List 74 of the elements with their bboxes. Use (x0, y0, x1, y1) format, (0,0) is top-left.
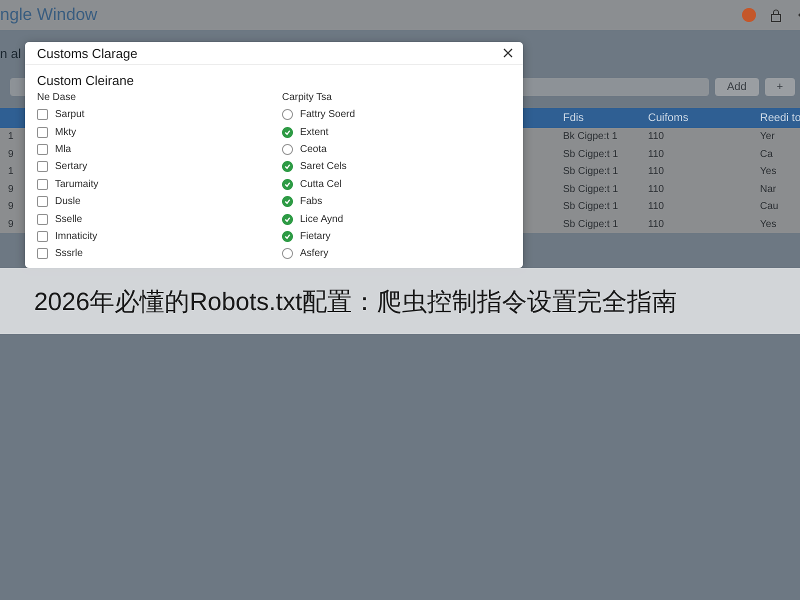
check-circle[interactable] (282, 161, 293, 172)
plus-button[interactable]: + (764, 78, 795, 96)
column-header[interactable]: Cuifoms (640, 108, 752, 128)
checkbox[interactable] (37, 214, 48, 225)
option-label: Imnaticity (55, 230, 98, 242)
option-label: Extent (300, 126, 328, 138)
dialog-subtitle: Custom Cleirane (37, 73, 135, 88)
table-cell-text: 9 (7, 218, 15, 232)
checkbox[interactable] (37, 248, 48, 260)
table-cell-text: 9 (7, 200, 15, 214)
option-label: Tarumaity (55, 178, 98, 190)
check-circle[interactable] (282, 248, 293, 260)
checkbox[interactable] (37, 144, 48, 155)
check-circle[interactable] (282, 126, 293, 138)
group-heading: Carpity Tsa (282, 92, 333, 103)
add-button[interactable]: Add (714, 78, 759, 96)
notification-dot[interactable] (742, 8, 756, 22)
checkbox[interactable] (37, 109, 48, 120)
option-label: Fattry Soerd (300, 109, 356, 120)
option-label: Sselle (55, 214, 82, 225)
checkbox[interactable] (37, 126, 48, 138)
group-heading: Ne Dase (37, 92, 77, 103)
table-cell-text: 110 (647, 218, 665, 232)
check-circle[interactable] (282, 196, 293, 208)
column-header[interactable]: Fdis (555, 108, 640, 128)
option-label: Dusle (55, 196, 81, 208)
close-icon[interactable] (503, 48, 513, 58)
table-cell-text: Yes (759, 165, 778, 180)
table-cell-text: 1 (7, 130, 15, 144)
table-cell-text: Bk Cigpe:t 1 (562, 130, 618, 144)
option-label: Sertary (55, 161, 88, 172)
option-label: Saret Cels (300, 161, 347, 172)
table-cell-text: 110 (647, 130, 665, 144)
table-cell-text: 1 (7, 165, 15, 180)
table-cell-text: Yes (759, 218, 778, 232)
checkbox[interactable] (37, 161, 48, 172)
table-cell-text: Cau (759, 200, 780, 214)
table-cell-text: Sb Cigpe:t 1 (562, 200, 620, 214)
caption-text: 2026年必懂的Robots.txt配置：爬虫控制指令设置完全指南 (34, 286, 678, 318)
checkbox[interactable] (37, 230, 48, 242)
dialog-title: Customs Clarage (37, 46, 138, 60)
section-label: n al (0, 46, 21, 63)
table-cell-text: Sb Cigpe:t 1 (562, 218, 620, 232)
option-label: Sarput (55, 109, 84, 120)
lock-icon[interactable] (770, 8, 782, 22)
table-cell-text: Nar (759, 182, 778, 197)
table-cell-text: Sb Cigpe:t 1 (562, 165, 620, 180)
check-circle[interactable] (282, 214, 293, 225)
check-circle[interactable] (282, 230, 293, 242)
table-cell-text: Yer (759, 130, 776, 144)
option-label: Mkty (55, 126, 76, 138)
option-label: Cutta Cel (300, 178, 342, 190)
table-cell-text: 110 (647, 200, 665, 214)
table-cell-text: 9 (7, 148, 15, 162)
check-circle[interactable] (282, 178, 293, 190)
check-circle[interactable] (282, 109, 293, 120)
table-cell-text: 110 (647, 182, 665, 197)
table-cell-text: Ca (759, 148, 774, 162)
checkbox[interactable] (37, 178, 48, 190)
option-label: Asfery (300, 248, 328, 260)
table-cell-text: 110 (647, 165, 665, 180)
option-label: Fabs (300, 196, 322, 208)
option-label: Fietary (300, 230, 331, 242)
window-title: ngle Window (0, 5, 98, 25)
table-cell-text: Sb Cigpe:t 1 (562, 182, 620, 197)
option-label: Sssrle (55, 248, 83, 260)
option-label: Ceota (300, 144, 327, 155)
table-cell-text: Sb Cigpe:t 1 (562, 148, 620, 162)
table-cell-text: 110 (647, 148, 665, 162)
checkbox[interactable] (37, 196, 48, 208)
check-circle[interactable] (282, 144, 293, 155)
option-label: Mla (55, 144, 72, 155)
table-cell-text: 9 (7, 182, 15, 197)
option-label: Lice Aynd (300, 214, 344, 225)
